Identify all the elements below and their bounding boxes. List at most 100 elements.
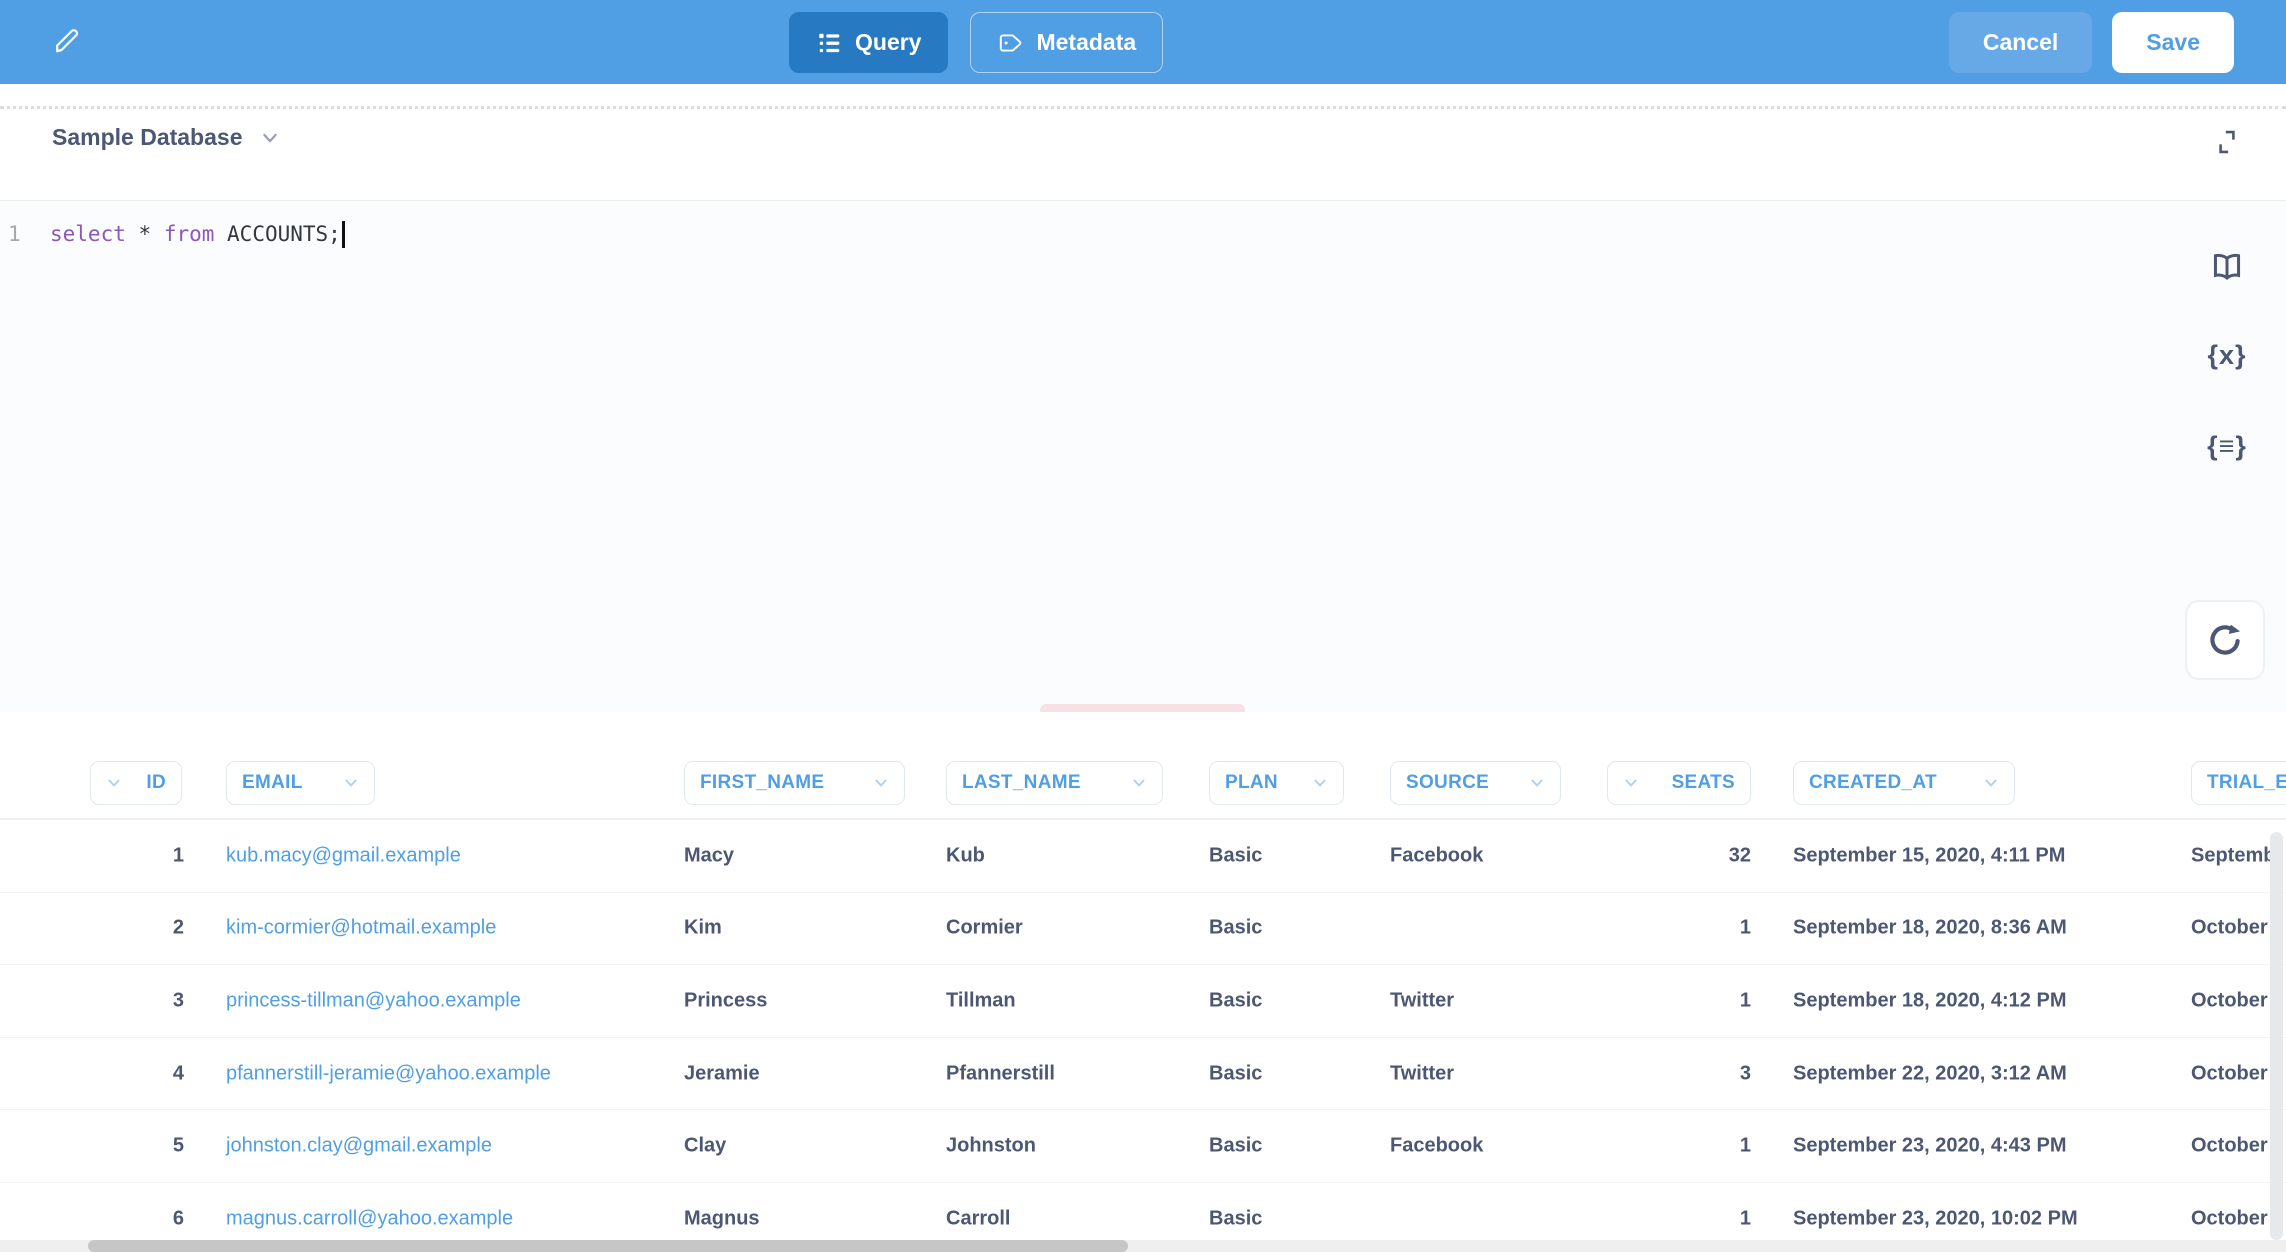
column-header-first-name[interactable]: FIRST_NAME — [684, 761, 905, 805]
contract-editor-icon[interactable] — [2213, 128, 2241, 156]
cell-email-link[interactable]: princess-tillman@yahoo.example — [226, 989, 656, 1012]
editor-tabs: Query Metadata — [789, 12, 1163, 73]
cell-plan: Basic — [1209, 1207, 1369, 1230]
cell-created-at: September 23, 2020, 4:43 PM — [1793, 1135, 2133, 1158]
data-reference-book-icon[interactable] — [2204, 250, 2250, 284]
column-header-last-name[interactable]: LAST_NAME — [946, 761, 1163, 805]
edit-pencil-icon[interactable] — [52, 26, 82, 56]
database-selector[interactable]: Sample Database — [52, 124, 280, 151]
chevron-down-icon — [873, 775, 889, 791]
cell-id: 4 — [60, 1062, 184, 1085]
table-row[interactable]: 4 pfannerstill-jeramie@yahoo.example Jer… — [0, 1038, 2286, 1111]
cell-plan: Basic — [1209, 1135, 1369, 1158]
save-button[interactable]: Save — [2112, 12, 2234, 73]
column-header-seats[interactable]: SEATS — [1607, 761, 1751, 805]
chevron-down-icon — [1529, 775, 1545, 791]
chevron-down-icon — [1623, 775, 1639, 791]
cell-last-name: Pfannerstill — [946, 1062, 1186, 1085]
database-selector-label: Sample Database — [52, 124, 242, 151]
cell-last-name: Kub — [946, 844, 1186, 867]
column-header-label: SOURCE — [1406, 772, 1489, 794]
table-row[interactable]: 5 johnston.clay@gmail.example Clay Johns… — [0, 1110, 2286, 1183]
cell-plan: Basic — [1209, 1062, 1369, 1085]
cell-created-at: September 23, 2020, 10:02 PM — [1793, 1207, 2133, 1230]
run-query-button[interactable] — [2185, 600, 2265, 680]
cell-source: Facebook — [1390, 844, 1580, 867]
table-row[interactable]: 3 princess-tillman@yahoo.example Princes… — [0, 965, 2286, 1038]
chevron-down-icon — [260, 128, 280, 148]
cell-first-name: Jeramie — [684, 1062, 924, 1085]
cell-seats: 32 — [1600, 844, 1751, 867]
cell-seats: 1 — [1600, 1207, 1751, 1230]
cell-created-at: September 15, 2020, 4:11 PM — [1793, 844, 2133, 867]
column-header-label: LAST_NAME — [962, 772, 1081, 794]
sql-code-line[interactable]: 1 select * from ACCOUNTS; — [0, 212, 345, 256]
tab-query[interactable]: Query — [789, 12, 948, 73]
cell-last-name: Carroll — [946, 1207, 1186, 1230]
cell-first-name: Clay — [684, 1135, 924, 1158]
cell-id: 3 — [60, 989, 184, 1012]
metadata-tag-icon — [997, 30, 1023, 56]
dotted-divider — [0, 106, 2286, 109]
chevron-down-icon — [1131, 775, 1147, 791]
cell-id: 5 — [60, 1135, 184, 1158]
column-header-email[interactable]: EMAIL — [226, 761, 375, 805]
column-header-label: FIRST_NAME — [700, 772, 824, 794]
cancel-button[interactable]: Cancel — [1949, 12, 2092, 73]
cell-last-name: Johnston — [946, 1135, 1186, 1158]
query-results-table: ID EMAIL FIRST_NAME LAST_NAME PLAN SOURC… — [0, 712, 2286, 1252]
column-header-created-at[interactable]: CREATED_AT — [1793, 761, 2015, 805]
cell-created-at: September 22, 2020, 3:12 AM — [1793, 1062, 2133, 1085]
cell-plan: Basic — [1209, 844, 1369, 867]
cell-seats: 1 — [1600, 917, 1751, 940]
cell-seats: 1 — [1600, 989, 1751, 1012]
chevron-down-icon — [343, 775, 359, 791]
column-header-label: SEATS — [1672, 772, 1735, 794]
column-header-trial-ends-at[interactable]: TRIAL_E — [2191, 761, 2286, 805]
vertical-scrollbar[interactable] — [2270, 832, 2283, 1240]
cell-id: 6 — [60, 1207, 184, 1230]
column-header-source[interactable]: SOURCE — [1390, 761, 1561, 805]
cell-id: 1 — [60, 844, 184, 867]
sql-operator: * — [139, 222, 164, 246]
table-row[interactable]: 2 kim-cormier@hotmail.example Kim Cormie… — [0, 893, 2286, 966]
sql-keyword: from — [164, 222, 227, 246]
column-header-plan[interactable]: PLAN — [1209, 761, 1344, 805]
cell-email-link[interactable]: johnston.clay@gmail.example — [226, 1135, 656, 1158]
cell-seats: 1 — [1600, 1135, 1751, 1158]
top-header-bar: Query Metadata Cancel Save — [0, 0, 2286, 84]
chevron-down-icon — [1312, 775, 1328, 791]
cell-created-at: September 18, 2020, 8:36 AM — [1793, 917, 2133, 940]
cell-seats: 3 — [1600, 1062, 1751, 1085]
cell-email-link[interactable]: kub.macy@gmail.example — [226, 844, 656, 867]
horizontal-scrollbar-thumb[interactable] — [88, 1240, 1128, 1252]
cell-plan: Basic — [1209, 917, 1369, 940]
column-header-label: CREATED_AT — [1809, 772, 1937, 794]
line-number: 1 — [0, 222, 50, 246]
cell-id: 2 — [60, 917, 184, 940]
cell-plan: Basic — [1209, 989, 1369, 1012]
cell-email-link[interactable]: pfannerstill-jeramie@yahoo.example — [226, 1062, 656, 1085]
header-actions: Cancel Save — [1949, 12, 2234, 73]
tab-query-label: Query — [855, 29, 921, 56]
cell-first-name: Kim — [684, 917, 924, 940]
sql-editor-section: Sample Database 1 select * from ACCOUNTS… — [0, 84, 2286, 714]
table-rows: 1 kub.macy@gmail.example Macy Kub Basic … — [0, 820, 2286, 1252]
column-header-label: EMAIL — [242, 772, 303, 794]
sql-keyword: select — [50, 222, 139, 246]
cell-source: Facebook — [1390, 1135, 1580, 1158]
snippets-icon[interactable]: {≡} — [2204, 431, 2250, 462]
column-header-id[interactable]: ID — [90, 761, 182, 805]
cell-email-link[interactable]: magnus.carroll@yahoo.example — [226, 1207, 656, 1230]
chevron-down-icon — [106, 775, 122, 791]
cell-email-link[interactable]: kim-cormier@hotmail.example — [226, 917, 656, 940]
variables-icon[interactable]: {x} — [2204, 340, 2250, 371]
cell-source: Twitter — [1390, 989, 1580, 1012]
database-strip: Sample Database — [0, 84, 2286, 201]
text-cursor — [342, 221, 345, 248]
chevron-down-icon — [1983, 775, 1999, 791]
column-header-label: TRIAL_E — [2207, 772, 2286, 794]
table-row[interactable]: 1 kub.macy@gmail.example Macy Kub Basic … — [0, 820, 2286, 893]
native-query-editor-page: Query Metadata Cancel Save Sample Databa… — [0, 0, 2286, 1252]
tab-metadata[interactable]: Metadata — [970, 12, 1163, 73]
